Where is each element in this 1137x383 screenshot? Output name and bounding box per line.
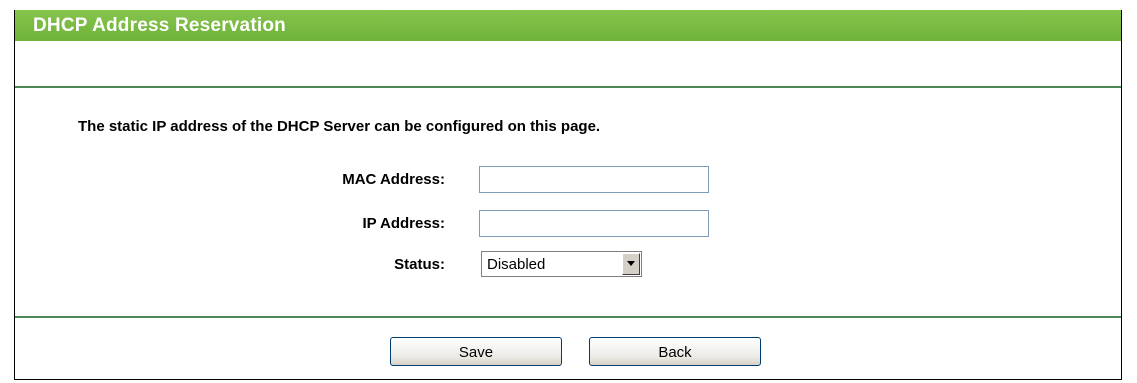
page-title: DHCP Address Reservation <box>33 15 286 36</box>
chevron-down-icon <box>627 261 635 266</box>
status-select[interactable]: Disabled <box>481 251 642 277</box>
ip-address-input[interactable] <box>479 210 709 237</box>
bottom-divider <box>15 316 1121 318</box>
dropdown-arrow-button[interactable] <box>622 253 640 275</box>
dhcp-reservation-panel: DHCP Address Reservation The static IP a… <box>14 10 1122 380</box>
save-button[interactable]: Save <box>390 337 562 366</box>
title-bar: DHCP Address Reservation <box>15 10 1121 41</box>
status-label: Status: <box>394 256 445 273</box>
top-divider <box>15 86 1121 88</box>
status-select-value: Disabled <box>487 256 546 273</box>
mac-address-input[interactable] <box>479 166 709 193</box>
page-description: The static IP address of the DHCP Server… <box>78 118 601 135</box>
mac-address-label: MAC Address: <box>342 171 445 188</box>
ip-address-label: IP Address: <box>362 215 445 232</box>
back-button[interactable]: Back <box>589 337 761 366</box>
